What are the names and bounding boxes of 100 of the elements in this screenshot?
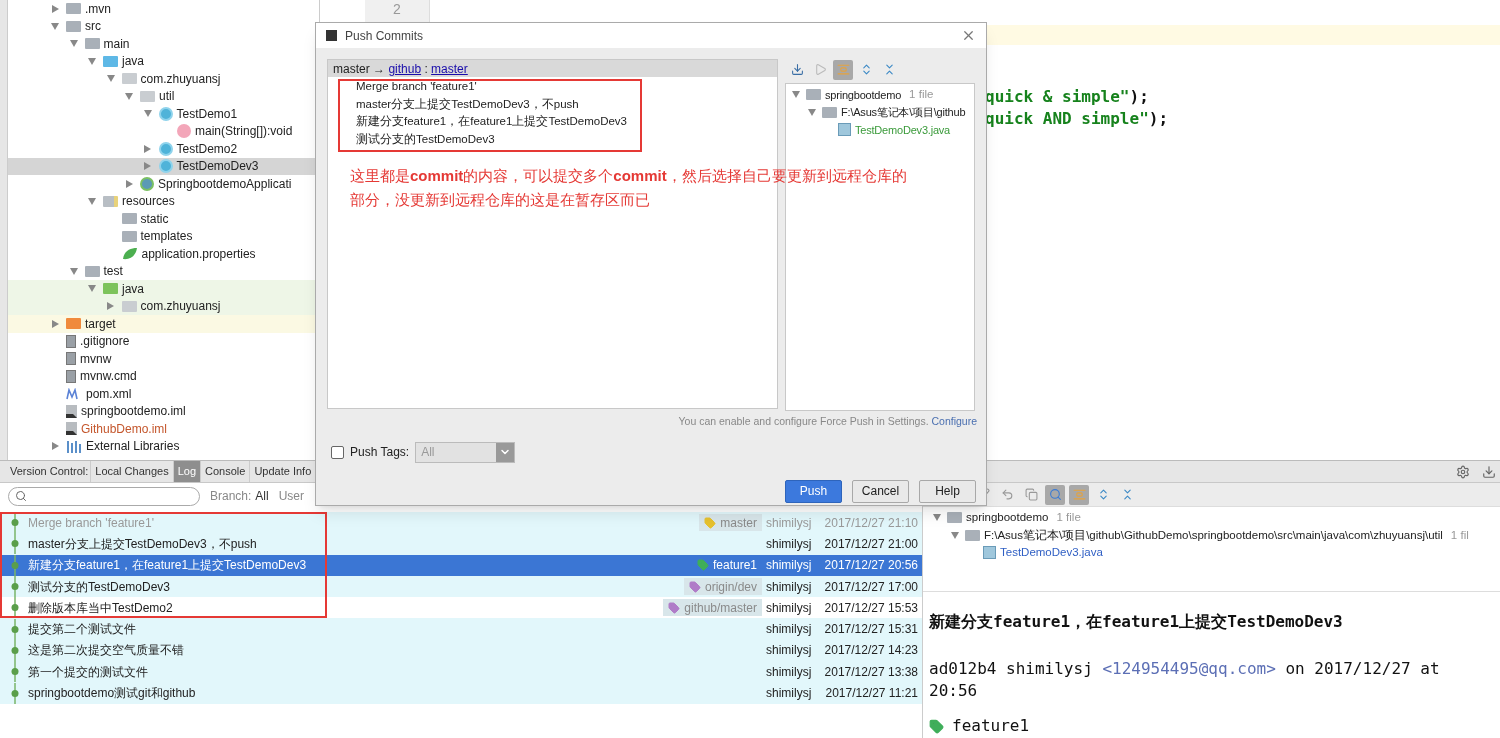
tree-item-label: com.zhuyuansj bbox=[140, 298, 221, 316]
folder-icon bbox=[84, 265, 100, 277]
change-item-label: springbootdemo bbox=[966, 510, 1049, 526]
commit-subject: 这是第二次提交空气质量不错 bbox=[28, 642, 184, 660]
dialog-button[interactable]: Push bbox=[785, 479, 842, 503]
push-tags-checkbox[interactable] bbox=[331, 445, 344, 459]
download-icon[interactable] bbox=[1482, 464, 1496, 479]
search-icon bbox=[15, 490, 27, 502]
tree-item[interactable]: External Libraries bbox=[8, 437, 319, 455]
commit-row[interactable]: 第一个提交的测试文件 shimilysj 2017/12/27 13:38 bbox=[0, 661, 922, 683]
tree-item-label: resources bbox=[122, 193, 175, 211]
branch-filter[interactable]: All bbox=[255, 487, 269, 505]
collapsed-arrow-icon[interactable] bbox=[51, 4, 59, 13]
folder-icon bbox=[66, 318, 81, 330]
search-field[interactable] bbox=[8, 486, 200, 506]
folder-icon bbox=[103, 195, 118, 207]
commit-item[interactable]: 测试分支的TestDemoDev3 bbox=[356, 130, 777, 148]
group-icon[interactable] bbox=[1069, 484, 1089, 505]
change-tree-item[interactable]: springbootdemo 1 file bbox=[786, 86, 974, 104]
tree-item-label: pom.xml bbox=[86, 385, 132, 403]
search-icon[interactable] bbox=[1045, 484, 1065, 505]
commit-author: shimilysj bbox=[766, 663, 813, 681]
change-tree-item[interactable]: TestDemoDev3.java bbox=[786, 121, 974, 139]
tree-item-label: .mvn bbox=[85, 0, 111, 18]
panel-tab[interactable]: Local Changes bbox=[91, 461, 174, 482]
file-icon bbox=[66, 369, 76, 383]
panel-tab[interactable]: Console bbox=[201, 461, 251, 482]
expanded-arrow-icon[interactable] bbox=[106, 75, 115, 83]
settings-icon[interactable] bbox=[1456, 464, 1470, 479]
expanded-arrow-icon[interactable] bbox=[143, 110, 152, 118]
folder-icon bbox=[121, 230, 137, 242]
tree-item[interactable]: .gitignore bbox=[8, 332, 319, 350]
tree-item-label: mvnw.cmd bbox=[80, 368, 137, 386]
tree-item[interactable]: main(String[]):void bbox=[8, 122, 319, 140]
tree-item-label: External Libraries bbox=[86, 438, 180, 456]
commit-row[interactable]: springbootdemo测试git和github shimilysj 2017/12/27 11:21 bbox=[0, 682, 922, 704]
commit-row[interactable]: master分支上提交TestDemoDev3，不push shimilysj 2017/12/27 21:00 bbox=[0, 533, 922, 555]
tree-item[interactable]: SpringbootdemoApplicati bbox=[8, 175, 319, 193]
branch-link[interactable]: master bbox=[431, 61, 468, 76]
tree-item-label: src bbox=[85, 18, 101, 36]
tree-item[interactable]: GithubDemo.iml bbox=[8, 420, 319, 438]
email-link[interactable]: <124954495@qq.com> bbox=[1102, 659, 1276, 678]
commit-row[interactable]: 新建分支feature1，在feature1上提交TestDemoDev3 feature1 shimilysj 2017/12/27 20:56 bbox=[0, 554, 922, 576]
tree-item[interactable]: java bbox=[8, 52, 319, 70]
commit-item[interactable]: Merge branch 'feature1' bbox=[356, 78, 777, 96]
commit-row[interactable]: 测试分支的TestDemoDev3 origin/dev shimilysj 2017/12/27 17:00 bbox=[0, 575, 922, 598]
commit-subject: master分支上提交TestDemoDev3，不push bbox=[28, 535, 257, 553]
dialog-button[interactable]: Cancel bbox=[852, 479, 909, 503]
collapsed-arrow-icon[interactable] bbox=[125, 179, 133, 188]
class-icon bbox=[158, 141, 173, 156]
tree-item[interactable]: resources bbox=[8, 192, 319, 210]
module-file-icon bbox=[66, 422, 77, 436]
tree-item[interactable]: templates bbox=[8, 227, 319, 245]
folder-icon bbox=[822, 106, 837, 118]
expanded-arrow-icon[interactable] bbox=[88, 57, 96, 65]
tree-item[interactable]: src bbox=[8, 17, 319, 35]
change-tree-item[interactable]: F:\Asus笔记本\项目\github bbox=[786, 103, 974, 121]
commit-row[interactable]: 这是第二次提交空气质量不错 shimilysj 2017/12/27 14:23 bbox=[0, 639, 922, 662]
tree-item[interactable]: application.properties bbox=[8, 245, 319, 263]
tree-item[interactable]: mvnw.cmd bbox=[8, 367, 319, 385]
tree-item[interactable]: pom.xml bbox=[8, 385, 319, 403]
push-target-label: master → github : master bbox=[333, 60, 468, 78]
expanded-arrow-icon[interactable] bbox=[88, 197, 96, 205]
close-icon[interactable] bbox=[961, 28, 976, 43]
tree-item-label: TestDemo1 bbox=[176, 105, 238, 123]
collapsed-arrow-icon[interactable] bbox=[144, 162, 151, 171]
expanded-arrow-icon[interactable] bbox=[125, 92, 133, 100]
tree-item-label: SpringbootdemoApplicati bbox=[158, 175, 292, 193]
folder-icon bbox=[103, 55, 118, 67]
tree-item[interactable]: util bbox=[8, 87, 319, 105]
collapsed-arrow-icon[interactable] bbox=[51, 319, 59, 328]
tree-item[interactable]: TestDemo1 bbox=[8, 105, 319, 123]
expanded-arrow-icon[interactable] bbox=[51, 22, 59, 30]
change-tree-item[interactable]: TestDemoDev3.java bbox=[923, 544, 1500, 562]
dialog-button[interactable]: Help bbox=[919, 479, 976, 503]
class-icon bbox=[158, 106, 173, 121]
expanded-arrow-icon[interactable] bbox=[69, 40, 78, 48]
commit-row[interactable]: 提交第二个测试文件 shimilysj 2017/12/27 15:31 bbox=[0, 618, 922, 640]
commit-item[interactable]: master分支上提交TestDemoDev3，不push bbox=[356, 95, 777, 113]
tree-item[interactable]: .mvn bbox=[8, 0, 319, 18]
configure-link[interactable]: Configure bbox=[931, 415, 977, 427]
remote-link[interactable]: github bbox=[388, 61, 422, 76]
tree-item[interactable]: com.zhuyuansj bbox=[8, 70, 319, 88]
change-tree-item[interactable]: springbootdemo 1 file bbox=[923, 509, 1500, 527]
method-icon bbox=[177, 124, 191, 139]
change-tree-item[interactable]: F:\Asus笔记本\项目\github\GithubDemo\springbootdemo\src\main\java\com\zhuyuansj\util 1 fil bbox=[923, 526, 1500, 545]
code-line: quick & simple"); bbox=[985, 86, 1150, 108]
tree-item-label: TestDemoDev3 bbox=[176, 158, 259, 176]
dialog-title: Push Commits bbox=[345, 27, 425, 45]
commit-item[interactable]: 新建分支feature1，在feature1上提交TestDemoDev3 bbox=[356, 113, 777, 131]
tree-item[interactable]: mvnw bbox=[8, 350, 319, 368]
panel-title: Version Control: bbox=[8, 461, 92, 482]
tree-item[interactable]: static bbox=[8, 210, 319, 228]
tree-item[interactable]: springbootdemo.iml bbox=[8, 402, 319, 420]
tree-item[interactable]: main bbox=[8, 35, 319, 53]
group-icon[interactable] bbox=[833, 59, 853, 80]
commit-date: 2017/12/27 13:38 bbox=[823, 663, 918, 681]
tree-item-label: main bbox=[103, 35, 130, 53]
collapsed-arrow-icon[interactable] bbox=[51, 442, 59, 451]
user-label: User bbox=[278, 488, 305, 505]
